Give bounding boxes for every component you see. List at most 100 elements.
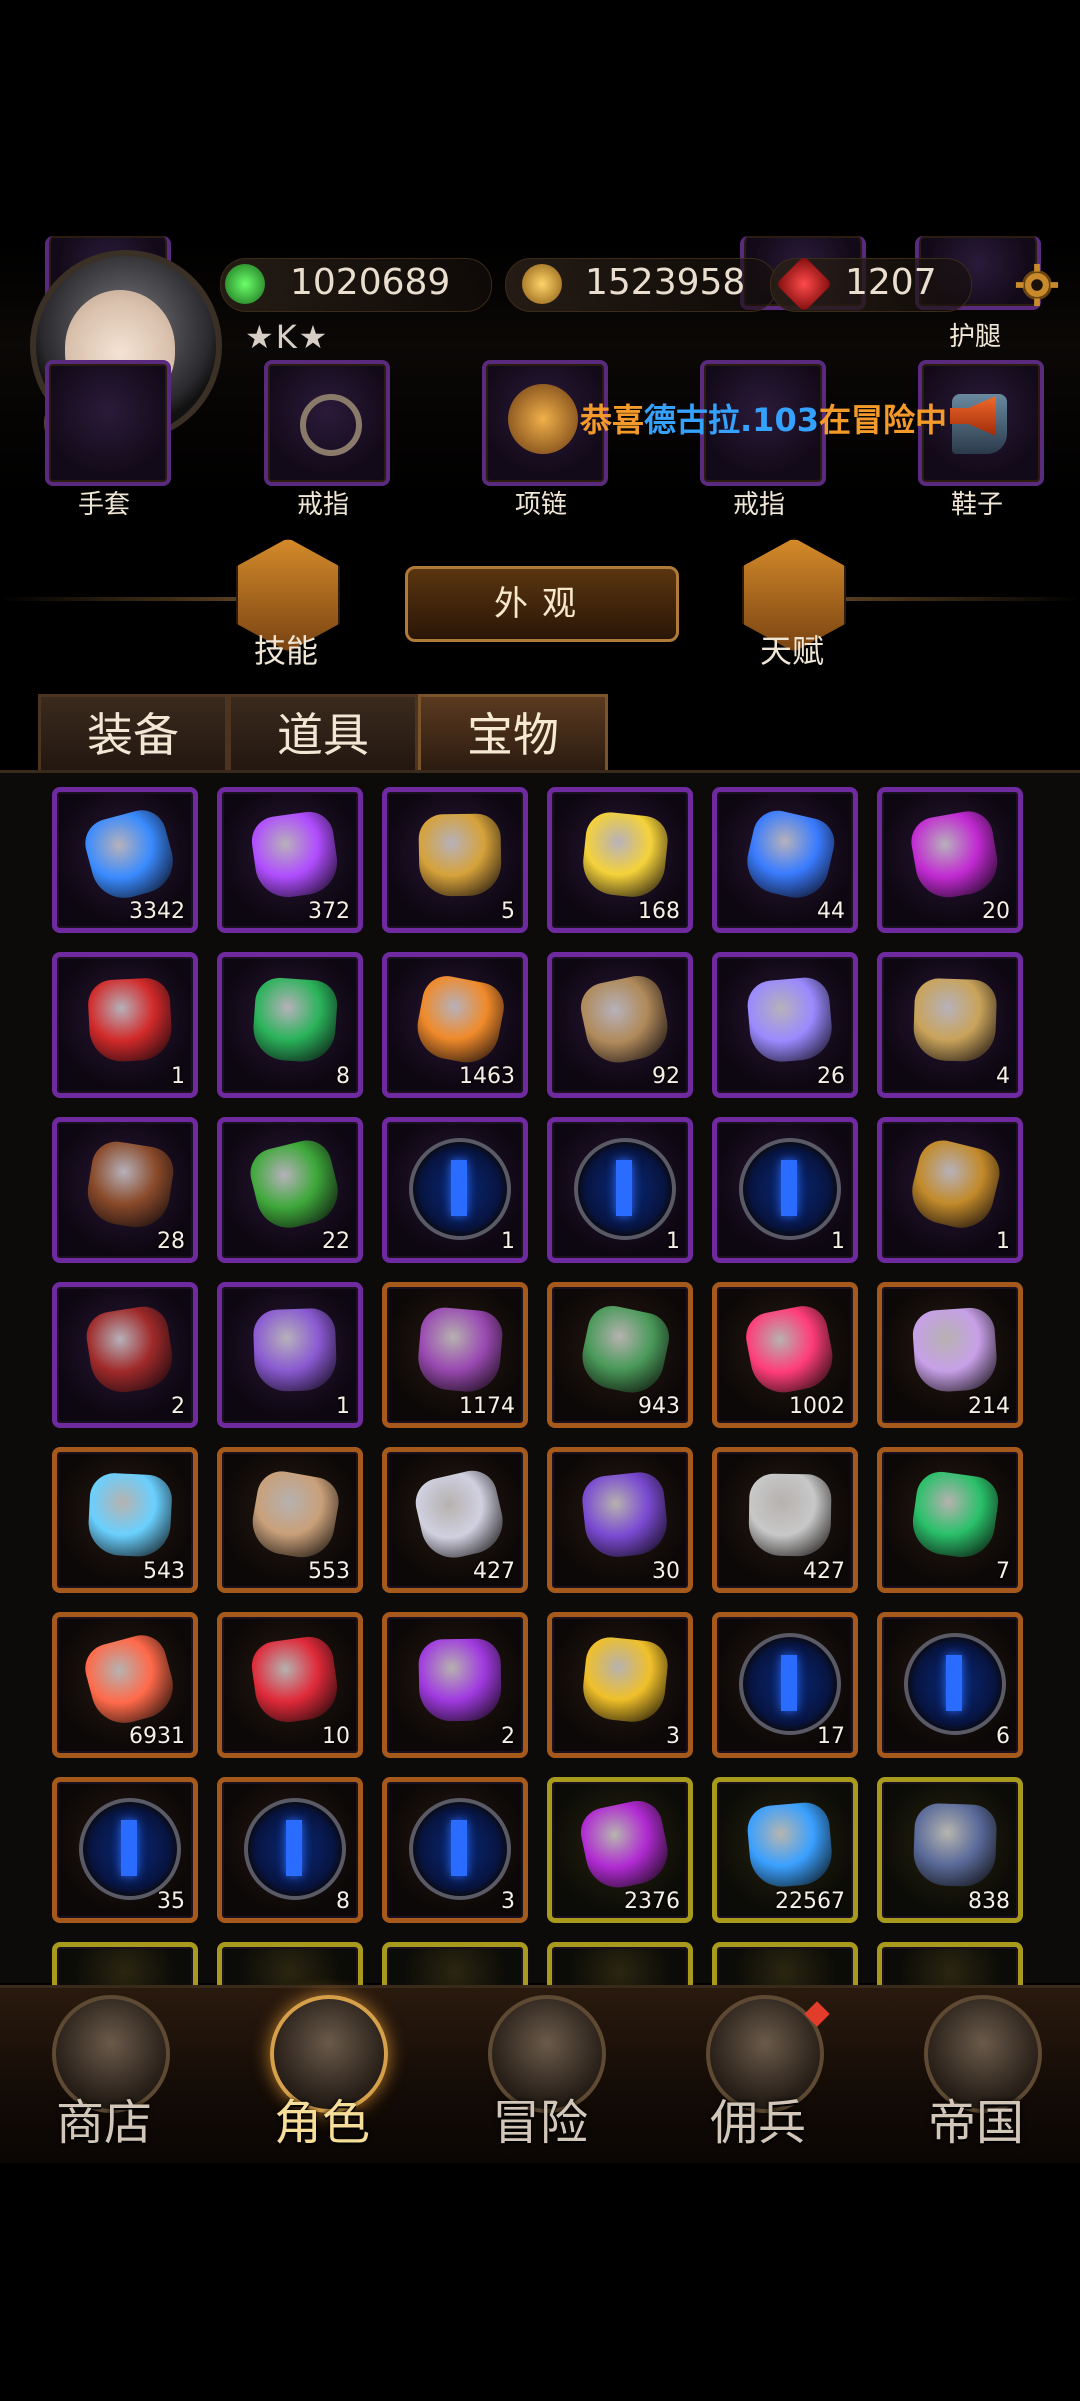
nav-castle[interactable]: 商店	[4, 1985, 204, 2160]
inventory-item[interactable]: 1002	[712, 1282, 858, 1428]
rune-glyph	[286, 1820, 302, 1876]
item-count: 3	[666, 1724, 680, 1749]
rune-glyph	[781, 1160, 797, 1216]
purple-bottle-icon	[415, 1305, 505, 1395]
item-count: 35	[157, 1889, 185, 1914]
inventory-item[interactable]: 2	[382, 1612, 528, 1758]
item-count: 1174	[459, 1394, 515, 1419]
resource-gold-value: 1523958	[585, 262, 746, 303]
blue-rune-icon	[739, 1138, 841, 1240]
emerald-orb-icon	[908, 1468, 1002, 1562]
tab-treasures[interactable]: 宝物	[418, 694, 608, 773]
inventory-item[interactable]: 372	[217, 787, 363, 933]
inventory-item[interactable]: 553	[217, 1447, 363, 1593]
inventory-item[interactable]: 943	[547, 1282, 693, 1428]
tab-equipment[interactable]: 装备	[38, 694, 228, 773]
inventory-item[interactable]: 22	[217, 1117, 363, 1263]
item-count: 2	[171, 1394, 185, 1419]
equipment-slot-ring-1[interactable]	[264, 360, 390, 486]
inventory-item[interactable]: 427	[712, 1447, 858, 1593]
nav-label: 帝国	[927, 2095, 1024, 2151]
inventory-item[interactable]: 214	[877, 1282, 1023, 1428]
equipment-label-ring-1: 戒指	[296, 490, 349, 520]
rune-glyph	[451, 1160, 467, 1216]
pink-heart-gem-icon	[741, 1301, 839, 1399]
blue-rune-icon	[739, 1633, 841, 1735]
inventory-item[interactable]: 8	[217, 1777, 363, 1923]
wooden-totem-icon	[83, 1138, 177, 1232]
skills-label[interactable]: 技能	[216, 626, 356, 672]
inventory-item[interactable]: 2	[52, 1282, 198, 1428]
inventory-item[interactable]: 4	[877, 952, 1023, 1098]
rune-glyph	[781, 1655, 797, 1711]
purple-flask-icon	[576, 1796, 674, 1894]
inventory-item[interactable]: 168	[547, 787, 693, 933]
inventory-item[interactable]: 3342	[52, 787, 198, 933]
blue-rune-icon	[904, 1633, 1006, 1735]
inventory-item[interactable]: 7	[877, 1447, 1023, 1593]
inventory-item[interactable]: 22567	[712, 1777, 858, 1923]
silver-ingot-icon	[748, 1473, 832, 1557]
inventory-item[interactable]: 28	[52, 1117, 198, 1263]
inventory-item[interactable]: 44	[712, 787, 858, 933]
inventory-item[interactable]: 17	[712, 1612, 858, 1758]
inventory-item[interactable]: 30	[547, 1447, 693, 1593]
inventory-item[interactable]: 3	[547, 1612, 693, 1758]
equipment-slot-gloves[interactable]	[45, 360, 171, 486]
inventory-item[interactable]: 838	[877, 1777, 1023, 1923]
gear-icon[interactable]	[1014, 262, 1060, 308]
nav-mercenary-cards[interactable]: 佣兵	[658, 1985, 858, 2160]
nav-label: 商店	[55, 2095, 152, 2151]
item-count: 1	[996, 1229, 1010, 1254]
inventory-item[interactable]: 427	[382, 1447, 528, 1593]
green-swirl-gem-icon	[251, 976, 339, 1064]
nav-hooded-figure[interactable]: 角色	[222, 1985, 422, 2160]
inventory-item[interactable]: 92	[547, 952, 693, 1098]
inventory-item[interactable]: 10	[217, 1612, 363, 1758]
inventory-item[interactable]: 26	[712, 952, 858, 1098]
inventory-item[interactable]: 1	[877, 1117, 1023, 1263]
item-count: 372	[308, 899, 350, 924]
inventory-item[interactable]: 3	[382, 1777, 528, 1923]
demon-throne-icon	[83, 1303, 177, 1397]
rainbow-essence-icon	[411, 971, 509, 1069]
inventory-item[interactable]: 2376	[547, 1777, 693, 1923]
inventory-item[interactable]: 1	[217, 1282, 363, 1428]
inventory-item[interactable]: 1174	[382, 1282, 528, 1428]
blue-potion-flask-icon	[740, 805, 840, 905]
ruby-gem-icon	[248, 1633, 342, 1727]
inventory-item[interactable]: 1	[382, 1117, 528, 1263]
inventory-item[interactable]: 1	[712, 1117, 858, 1263]
inventory-item[interactable]: 1463	[382, 952, 528, 1098]
inventory-item[interactable]: 20	[877, 787, 1023, 933]
inventory-item[interactable]: 1	[52, 952, 198, 1098]
nav-crown[interactable]: 帝国	[876, 1985, 1076, 2160]
nav-label: 冒险	[491, 2095, 588, 2151]
item-count: 2	[501, 1724, 515, 1749]
pentagram-scroll-icon	[247, 1467, 343, 1563]
nav-label: 佣兵	[709, 2095, 806, 2151]
inventory-item[interactable]: 8	[217, 952, 363, 1098]
rune-glyph	[451, 1820, 467, 1876]
rune-glyph	[616, 1160, 632, 1216]
item-count: 26	[817, 1064, 845, 1089]
item-count: 1463	[459, 1064, 515, 1089]
inventory-item[interactable]: 1	[547, 1117, 693, 1263]
blue-rune-icon	[409, 1138, 511, 1240]
dark-cloak-icon	[252, 1307, 338, 1393]
blue-rune-icon	[574, 1138, 676, 1240]
inventory-item[interactable]: 5	[382, 787, 528, 933]
talent-label[interactable]: 天赋	[722, 626, 862, 672]
item-count: 6	[996, 1724, 1010, 1749]
inventory-item[interactable]: 6	[877, 1612, 1023, 1758]
inventory-item[interactable]: 35	[52, 1777, 198, 1923]
tab-items[interactable]: 道具	[228, 694, 418, 773]
inventory-item[interactable]: 6931	[52, 1612, 198, 1758]
golden-staff-icon	[912, 977, 998, 1063]
item-count: 1002	[789, 1394, 845, 1419]
appearance-button[interactable]: 外观	[405, 566, 679, 642]
item-count: 1	[501, 1229, 515, 1254]
inventory-item[interactable]: 543	[52, 1447, 198, 1593]
equipment-label-ring-2: 戒指	[732, 490, 785, 520]
nav-crossed-swords[interactable]: 冒险	[440, 1985, 640, 2160]
